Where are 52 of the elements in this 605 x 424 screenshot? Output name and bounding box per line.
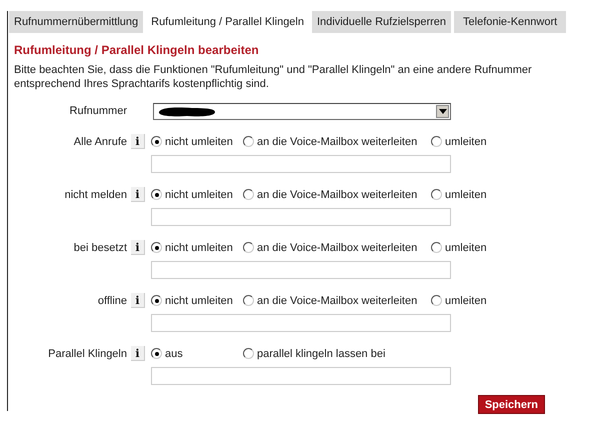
radio-option[interactable]: an die Voice-Mailbox weiterleiten [243, 242, 431, 254]
radio-button[interactable] [243, 242, 254, 253]
input-field[interactable] [151, 261, 451, 279]
number-select[interactable] [153, 103, 451, 120]
info-button[interactable]: i [131, 187, 145, 202]
radio-option[interactable]: nicht umleiten [151, 188, 243, 200]
section-heading: Rufumleitung / Parallel Klingeln bearbeiten [14, 43, 260, 57]
radio-button[interactable] [151, 136, 162, 147]
radio-button[interactable] [243, 189, 254, 200]
field-label: offline [96, 294, 127, 307]
radio-button[interactable] [431, 295, 442, 306]
radio-option[interactable]: parallel klingeln lassen bei [243, 348, 431, 360]
dropdown-caret-icon[interactable] [436, 105, 449, 118]
radio-option[interactable]: an die Voice-Mailbox weiterleiten [243, 188, 431, 200]
radio-button[interactable] [243, 136, 254, 147]
field-label: bei besetzt [72, 241, 127, 254]
tab[interactable]: Individuelle Rufzielsperren [312, 11, 452, 33]
field-label: nicht melden [64, 188, 127, 201]
radio-button[interactable] [151, 348, 162, 359]
radio-option[interactable]: umleiten [431, 136, 487, 148]
radio-button[interactable] [243, 295, 254, 306]
save-button[interactable]: Speichern [478, 395, 545, 414]
radio-option[interactable]: nicht umleiten [151, 136, 243, 148]
radio-option[interactable]: umleiten [431, 188, 487, 200]
input-field[interactable] [151, 367, 451, 385]
radio-option[interactable]: nicht umleiten [151, 294, 243, 306]
field-label: Alle Anrufe [72, 135, 127, 148]
tab[interactable]: Rufnummernübermittlung [9, 11, 144, 33]
radio-button[interactable] [431, 189, 442, 200]
radio-option[interactable]: umleiten [431, 242, 487, 254]
radio-option[interactable]: umleiten [431, 294, 487, 306]
info-button[interactable]: i [131, 134, 145, 149]
radio-option[interactable]: an die Voice-Mailbox weiterleiten [243, 294, 431, 306]
radio-button[interactable] [243, 348, 254, 359]
field-label: Rufnummer [68, 104, 127, 117]
info-button[interactable]: i [131, 293, 145, 308]
input-field[interactable] [151, 314, 451, 332]
radio-button[interactable] [431, 242, 442, 253]
field-label: Parallel Klingeln [47, 347, 127, 360]
notice-text: Bitte beachten Sie, dass die Funktionen "Rufumleitung" und "Parallel Klingeln" an eine andere Rufnummer entsprechend Ihres Sprachtarifs kostenpflichtig sind. [14, 63, 533, 91]
radio-button[interactable] [151, 189, 162, 200]
radio-button[interactable] [431, 136, 442, 147]
radio-button[interactable] [151, 295, 162, 306]
radio-option[interactable]: aus [151, 348, 243, 360]
radio-button[interactable] [151, 242, 162, 253]
tab[interactable]: Telefonie-Kennwort [454, 11, 566, 33]
input-field[interactable] [151, 208, 451, 226]
radio-option[interactable]: an die Voice-Mailbox weiterleiten [243, 136, 431, 148]
radio-option[interactable]: nicht umleiten [151, 242, 243, 254]
info-button[interactable]: i [131, 346, 145, 361]
info-button[interactable]: i [131, 240, 145, 255]
input-field[interactable] [151, 155, 451, 173]
